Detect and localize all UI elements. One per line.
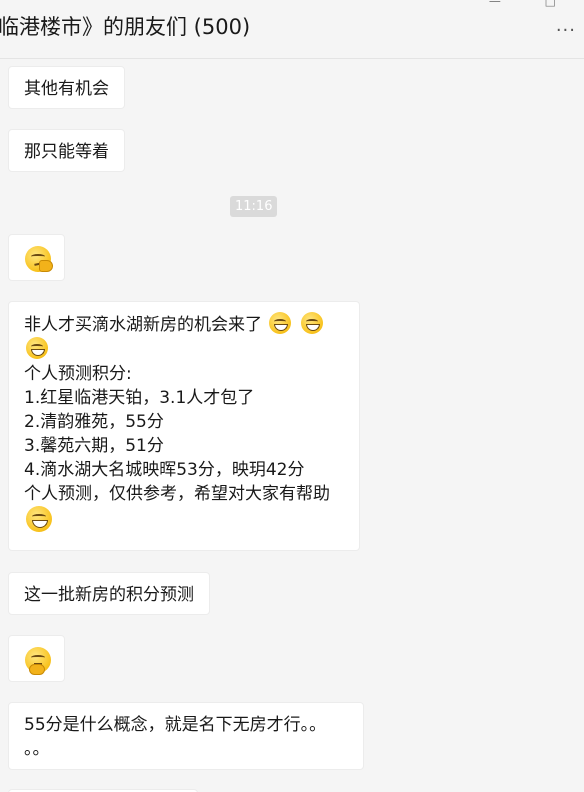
smirk-emoji-icon: [25, 246, 53, 272]
message-text: 。。: [24, 739, 50, 759]
chat-title: 临港楼市》的朋友们 (500): [0, 15, 251, 39]
window-controls[interactable]: — □: [489, 0, 576, 8]
timestamp: 11:16: [230, 196, 278, 217]
message-text: 其他有机会: [24, 79, 109, 99]
title-bar: — □ 临港楼市》的朋友们 (500) ···: [0, 0, 584, 59]
message-bubble[interactable]: [8, 234, 65, 281]
thinking-emoji-icon: [25, 647, 51, 675]
message-text: 这一批新房的积分预测: [24, 585, 194, 605]
message-bubble[interactable]: 非人才买滴水湖新房的机会来了 个人预测积分: 1.红星临港天铂，3.1人才包了 …: [8, 301, 360, 551]
more-icon[interactable]: ···: [556, 20, 576, 41]
grimace-emoji-icon: [26, 506, 52, 532]
message-text: 非人才买滴水湖新房的机会来了: [24, 315, 262, 335]
grin-emoji-icon: [269, 312, 292, 334]
message-text: 个人预测积分:: [24, 364, 132, 384]
message-bubble[interactable]: [8, 635, 65, 682]
message-text: 2.清韵雅苑，55分: [24, 412, 164, 432]
message-bubble[interactable]: 其他有机会: [8, 66, 125, 109]
grin-emoji-icon: [26, 337, 48, 359]
message-text: 那只能等着: [24, 142, 109, 162]
message-bubble[interactable]: 这一批新房的积分预测: [8, 572, 210, 615]
message-text: 1.红星临港天铂，3.1人才包了: [24, 388, 255, 408]
message-text: 3.馨苑六期，51分: [24, 436, 164, 456]
chat-window: — □ 临港楼市》的朋友们 (500) ··· 其他有机会 那只能等着 11:1…: [0, 0, 584, 792]
message-bubble[interactable]: 55分是什么概念，就是名下无房才行。。 。。: [8, 702, 364, 770]
message-bubble[interactable]: 那只能等着: [8, 129, 125, 172]
message-text: 55分是什么概念，就是名下无房才行。。: [24, 715, 327, 735]
message-text: 个人预测，仅供参考，希望对大家有帮助: [24, 484, 330, 504]
message-text: 4.滴水湖大名城映晖53分，映玥42分: [24, 460, 305, 480]
grin-emoji-icon: [300, 312, 323, 334]
message-list[interactable]: 其他有机会 那只能等着 11:16 非人才买滴水湖新房的机会来了 个人预测积分:…: [0, 59, 584, 792]
